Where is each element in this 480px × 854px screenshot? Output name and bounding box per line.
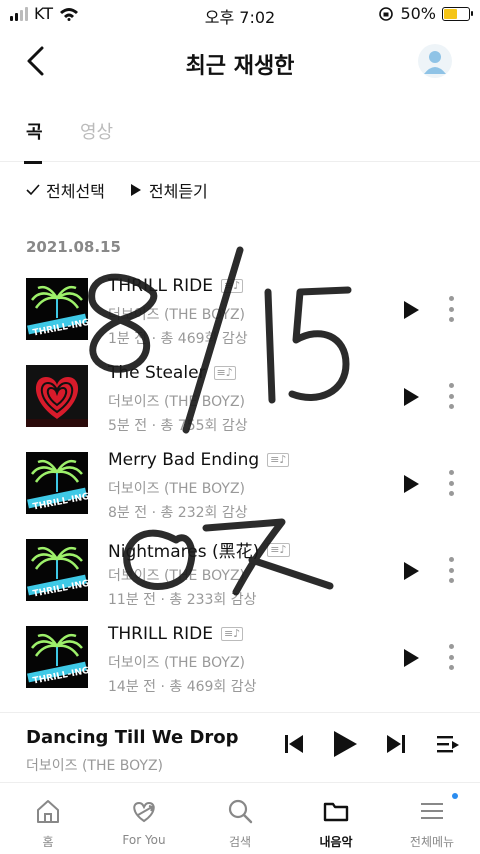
track-title: Nightmares (黑花) ≡♪ [108, 537, 290, 562]
tab-bar: 곡 영상 [0, 112, 480, 164]
heart-arrow-icon [133, 801, 155, 823]
track-title: THRILL RIDE ≡♪ [108, 276, 244, 296]
page-title: 최근 재생한 [185, 54, 295, 79]
next-icon[interactable] [386, 733, 406, 755]
track-artist: 더보이즈 (THE BOYZ) [108, 481, 246, 497]
play-icon[interactable] [402, 648, 420, 668]
track-artist: 더보이즈 (THE BOYZ) [108, 655, 246, 671]
nav-item-my-music[interactable]: 내음악 [288, 783, 384, 854]
nav-label: 전체메뉴 [409, 835, 455, 849]
nav-item-home[interactable]: 홈 [0, 783, 96, 854]
more-icon[interactable] [448, 470, 454, 496]
play-icon[interactable] [402, 387, 420, 407]
track-meta: 8분 전 · 총 232회 감상 [108, 505, 248, 521]
nav-label: 검색 [228, 835, 252, 849]
select-all-button[interactable]: 전체선택 [26, 178, 105, 202]
track-list: THRILL-ING THRILL RIDE ≡♪ 더보이즈 (THE BOYZ)… [0, 266, 480, 701]
notification-dot [452, 793, 458, 799]
list-item[interactable]: The Stealer ≡♪ 더보이즈 (THE BOYZ) 5분 전 · 총 7… [0, 353, 480, 440]
tab-songs[interactable]: 곡 [24, 118, 43, 164]
battery-icon [442, 6, 473, 21]
mini-player[interactable]: Dancing Till We Drop 더보이즈 (THE BOYZ) [0, 712, 480, 782]
album-cover: THRILL-ING [26, 452, 88, 514]
track-meta: 11분 전 · 총 233회 감상 [108, 592, 257, 608]
nav-label: For You [122, 833, 166, 847]
search-icon [228, 799, 253, 824]
battery-percent: 50% [400, 4, 436, 23]
track-title: THRILL RIDE ≡♪ [108, 624, 244, 644]
player-artist: 더보이즈 (THE BOYZ) [26, 758, 164, 774]
play-icon[interactable] [402, 561, 420, 581]
nav-item-for-you[interactable]: For You [96, 783, 192, 854]
tab-videos[interactable]: 영상 [80, 118, 113, 144]
play-icon[interactable] [332, 730, 358, 758]
list-item[interactable]: THRILL-ING THRILL RIDE ≡♪ 더보이즈 (THE BOYZ)… [0, 614, 480, 701]
more-icon[interactable] [448, 644, 454, 670]
header: 최근 재생한 [0, 36, 480, 88]
more-icon[interactable] [448, 557, 454, 583]
player-title: Dancing Till We Drop [26, 727, 239, 748]
track-meta: 1분 전 · 총 469회 감상 [108, 331, 248, 347]
album-cover: THRILL-ING [26, 539, 88, 601]
nav-label: 홈 [42, 835, 54, 849]
folder-icon [323, 802, 349, 822]
list-item[interactable]: THRILL-ING THRILL RIDE ≡♪ 더보이즈 (THE BOYZ)… [0, 266, 480, 353]
nav-label: 내음악 [319, 835, 353, 849]
play-icon [130, 184, 141, 196]
play-icon[interactable] [402, 300, 420, 320]
avatar-icon [424, 51, 446, 74]
bottom-nav: 홈 For You 검색 내음악 전체메뉴 [0, 782, 480, 854]
album-cover: THRILL-ING [26, 626, 88, 688]
lyrics-icon: ≡♪ [267, 453, 290, 467]
check-icon [26, 184, 40, 196]
status-bar: KT 오후 7:02 50% [0, 0, 480, 30]
track-artist: 더보이즈 (THE BOYZ) [108, 307, 246, 323]
nav-item-menu[interactable]: 전체메뉴 [384, 783, 480, 854]
lyrics-icon: ≡♪ [267, 542, 290, 557]
select-all-label: 전체선택 [46, 182, 105, 201]
album-cover [26, 365, 88, 427]
more-icon[interactable] [448, 296, 454, 322]
track-title: The Stealer ≡♪ [108, 363, 236, 383]
track-artist: 더보이즈 (THE BOYZ) [108, 394, 246, 410]
menu-icon [421, 803, 443, 819]
track-meta: 14분 전 · 총 469회 감상 [108, 679, 257, 695]
play-icon[interactable] [402, 474, 420, 494]
track-meta: 5분 전 · 총 755회 감상 [108, 418, 248, 434]
lyrics-icon: ≡♪ [221, 279, 244, 293]
list-item[interactable]: THRILL-ING Merry Bad Ending ≡♪ 더보이즈 (THE … [0, 440, 480, 527]
play-all-button[interactable]: 전체듣기 [129, 178, 208, 202]
play-all-label: 전체듣기 [148, 182, 208, 201]
avatar[interactable] [418, 44, 452, 78]
list-item[interactable]: THRILL-ING Nightmares (黑花) ≡♪ 더보이즈 (THE B… [0, 527, 480, 614]
playlist-icon[interactable] [436, 733, 460, 755]
status-right: 50% [378, 4, 473, 23]
more-icon[interactable] [448, 383, 454, 409]
track-title: Merry Bad Ending ≡♪ [108, 450, 290, 470]
orientation-lock-icon [379, 6, 394, 21]
home-icon [37, 800, 59, 823]
nav-item-search[interactable]: 검색 [192, 783, 288, 854]
previous-icon[interactable] [284, 733, 304, 755]
action-row: 전체선택 전체듣기 [26, 178, 208, 202]
date-header: 2021.08.15 [26, 238, 121, 256]
lyrics-icon: ≡♪ [213, 366, 236, 380]
track-artist: 더보이즈 (THE BOYZ) [108, 568, 246, 584]
lyrics-icon: ≡♪ [221, 627, 244, 641]
album-cover: THRILL-ING [26, 278, 88, 340]
